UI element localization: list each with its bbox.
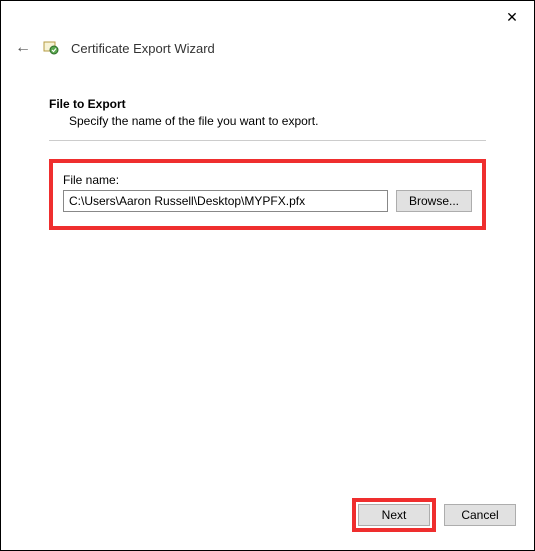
certificate-icon	[43, 40, 59, 56]
section-header: File to Export Specify the name of the f…	[1, 67, 534, 128]
next-button[interactable]: Next	[358, 504, 430, 526]
file-export-highlight: File name: Browse...	[49, 159, 486, 230]
divider	[49, 140, 486, 141]
section-subtitle: Specify the name of the file you want to…	[49, 114, 486, 128]
close-icon[interactable]: ✕	[502, 9, 522, 26]
wizard-footer: Next Cancel	[352, 498, 516, 532]
browse-button[interactable]: Browse...	[396, 190, 472, 212]
section-title: File to Export	[49, 97, 486, 111]
back-arrow-icon[interactable]: ←	[15, 39, 31, 57]
cancel-button[interactable]: Cancel	[444, 504, 516, 526]
file-name-input[interactable]	[63, 190, 388, 212]
wizard-title: Certificate Export Wizard	[71, 41, 215, 56]
wizard-header: ← Certificate Export Wizard	[1, 33, 534, 67]
titlebar: ✕	[1, 1, 534, 33]
file-row: Browse...	[63, 190, 472, 212]
next-highlight: Next	[352, 498, 436, 532]
file-name-label: File name:	[63, 173, 472, 187]
